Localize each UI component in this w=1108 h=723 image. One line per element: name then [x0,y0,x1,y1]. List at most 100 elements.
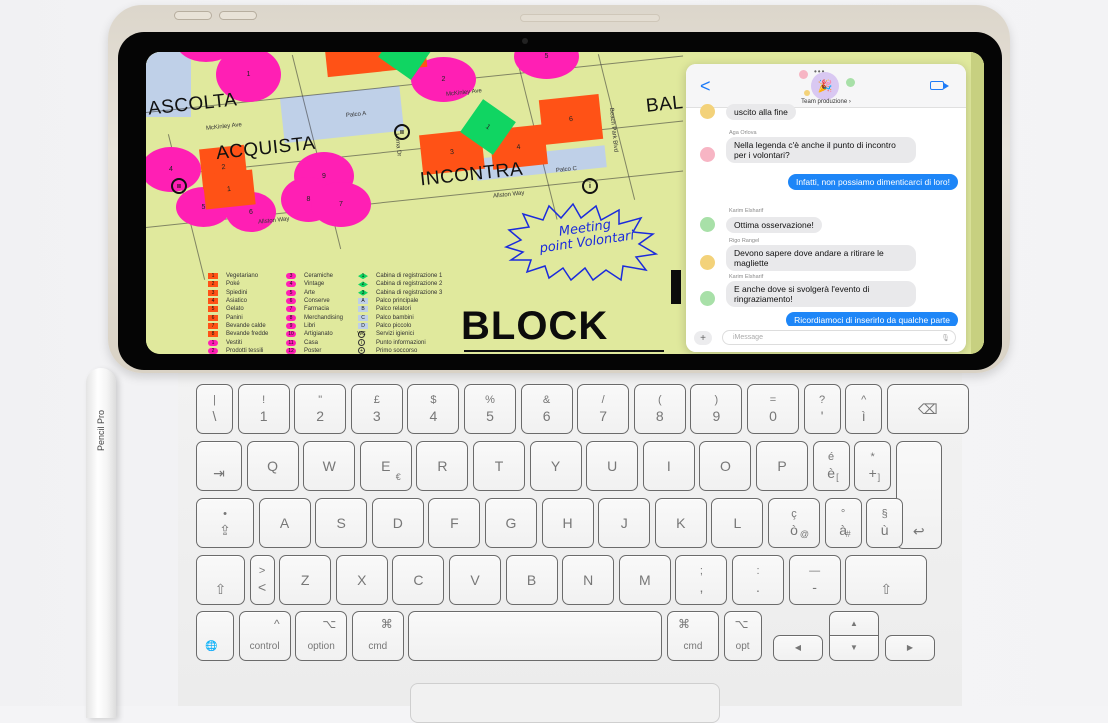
key-⌫[interactable]: ⌫ [886,384,969,434]
group-avatar[interactable]: 🎉 [811,72,839,100]
restroom-icon[interactable]: ıı [394,124,410,140]
key-4[interactable]: $4 [407,384,460,434]
key-9[interactable]: ) 9 [690,384,743,434]
sender-avatar[interactable] [700,104,715,119]
trackpad[interactable] [410,683,720,723]
key-A[interactable]: A [258,498,311,548]
add-attachment-button[interactable]: + [694,331,712,345]
key-1[interactable]: ! 1 [237,384,290,434]
key-0[interactable]: = 0 [747,384,799,434]
key-B[interactable]: B [505,555,558,605]
key-J[interactable]: J [598,498,651,548]
sender-avatar[interactable] [700,291,715,306]
right-shift-key[interactable]: ⇧ [845,555,928,605]
key-Q[interactable]: Q [246,441,299,491]
key-8[interactable]: (8 [633,384,686,434]
key-Z[interactable]: Z [279,555,332,605]
key-6[interactable]: & 6 [520,384,573,434]
message-thread: uscito alla fine Aga Orlova Nella legenda … [686,104,966,352]
map-marker[interactable]: 5 [514,52,579,79]
outgoing-message-bubble[interactable]: Infatti, non possiamo dimenticarci di lo… [787,174,958,190]
legend-label: Punto informazioni [376,339,426,346]
right-arrow-key[interactable]: ▶ [885,635,935,661]
key-V[interactable]: V [449,555,501,605]
key-K[interactable]: K [654,498,707,548]
key-L[interactable]: L [711,498,764,548]
key-S[interactable]: S [315,498,368,548]
control-key[interactable]: ^ control [238,611,291,661]
key-D[interactable]: D [371,498,424,548]
key-Y[interactable]: Y [529,441,582,491]
space-bar[interactable] [408,611,663,661]
right-option-key[interactable]: ⌥ opt [723,611,762,661]
key-7[interactable]: /7 [577,384,630,434]
key-+[interactable]: * +] [854,441,892,491]
key-W[interactable]: W [303,441,356,491]
key-T[interactable]: T [473,441,525,491]
key-3[interactable]: £3 [350,384,403,434]
restroom-icon[interactable]: ıı [171,178,187,194]
key-ò[interactable]: ç ò @ [768,498,820,548]
globe-key[interactable]: 🌐 [196,611,234,661]
key-P[interactable]: P [756,441,808,491]
incoming-message-bubble[interactable]: Nella legenda c'è anche il punto di inco… [726,137,916,163]
food-stall[interactable]: 6 [538,93,604,146]
key-R[interactable]: R [416,441,469,491]
key-5[interactable]: % 5 [464,384,516,434]
key-G[interactable]: G [485,498,537,548]
sender-avatar[interactable] [700,147,715,162]
key-glyph: < [258,579,267,595]
caps-lock-key[interactable]: • ⇪ [196,498,254,548]
key-E[interactable]: E € [359,441,412,491]
map-marker[interactable]: 7 [311,182,371,227]
key-è[interactable]: é è[ [812,441,850,491]
sender-avatar[interactable] [700,217,715,232]
key-H[interactable]: H [541,498,594,548]
key-à[interactable]: ° à # [824,498,862,548]
key-I[interactable]: I [642,441,695,491]
key-<[interactable]: > < [249,555,275,605]
key-ù[interactable]: § ù [866,498,904,548]
food-stall[interactable]: 1 [202,169,256,210]
message-input[interactable]: iMessage [722,330,956,345]
key-M[interactable]: M [618,555,671,605]
key-O[interactable]: O [699,441,752,491]
info-point-icon[interactable]: i [582,178,598,194]
incoming-message-bubble[interactable]: E anche dove si svolgerà l'evento di rin… [726,281,916,307]
up-arrow-key[interactable]: ▲ [829,611,879,636]
microphone-icon[interactable]: 🎙 [941,334,950,342]
key-X[interactable]: X [335,555,388,605]
key-,[interactable]: ;, [675,555,728,605]
option-key[interactable]: ⌥ option [295,611,348,661]
left-shift-key[interactable]: ⇧ [196,555,245,605]
key-'[interactable]: ? ' [803,384,841,434]
incoming-message-bubble[interactable]: Devono sapere dove andare a ritirare le … [726,245,916,271]
key-glyph: S [336,515,346,531]
incoming-message-bubble[interactable]: uscito alla fine [726,104,796,120]
cmd-key[interactable]: ⌘ cmd [351,611,404,661]
key-glyph: ⇧ [214,581,227,597]
key-shift-glyph: & [542,394,551,406]
left-arrow-key[interactable]: ◀ [773,635,823,661]
key--[interactable]: — - [788,555,841,605]
down-arrow-key[interactable]: ▼ [829,635,879,661]
sender-avatar[interactable] [700,255,715,270]
incoming-message-bubble[interactable]: Ottima osservazione! [726,217,822,233]
key-N[interactable]: N [562,555,615,605]
key-glyph: 1 [259,408,268,424]
key-.[interactable]: :. [732,555,784,605]
tab-key[interactable]: ⇥ [196,441,242,491]
key-C[interactable]: C [392,555,445,605]
back-chevron-icon[interactable]: < [700,76,711,97]
key-U[interactable]: U [586,441,639,491]
key-F[interactable]: F [428,498,481,548]
video-call-icon[interactable] [930,81,949,90]
key-2[interactable]: " 2 [294,384,347,434]
legend-column-services: 1 Cabina di registrazione 1 2 Cabina di reg… [357,272,442,354]
key-\[interactable]: | \ [196,384,233,434]
key-glyph: . [756,579,760,595]
right-cmd-key[interactable]: ⌘ cmd [667,611,719,661]
legend-item: A Palco principale [358,297,442,305]
key-glyph: M [638,572,651,588]
key-ì[interactable]: ^ ì [845,384,883,434]
